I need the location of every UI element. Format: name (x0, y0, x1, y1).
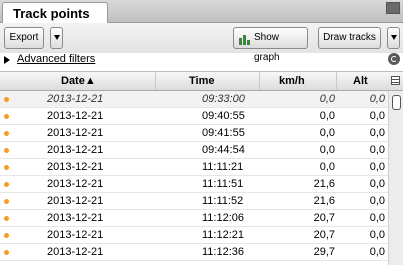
expand-triangle-icon[interactable] (4, 56, 10, 64)
cell-time: 09:44:54 (202, 144, 245, 156)
cell-time: 11:12:06 (202, 212, 245, 224)
cell-time: 11:11:51 (202, 178, 244, 190)
column-header-time[interactable]: Time (156, 72, 260, 90)
tab-title: Track points (13, 6, 90, 21)
alt-header-label: Alt (353, 75, 368, 87)
column-header-alt[interactable]: Alt (337, 72, 388, 90)
cell-time: 11:12:36 (202, 246, 245, 258)
draw-tracks-button[interactable]: Draw tracks (318, 27, 381, 49)
table-header: Date▲ Time km/h Alt (0, 71, 388, 91)
table-row[interactable]: 2013-12-21 11:12:06 20,7 0,0 (0, 210, 388, 227)
minimize-icon[interactable] (386, 2, 400, 14)
column-header-speed[interactable]: km/h (260, 72, 337, 90)
chevron-down-icon (53, 34, 60, 40)
cell-speed: 0,0 (319, 144, 335, 156)
export-label: Export (9, 32, 39, 43)
tab-track-points[interactable]: Track points (2, 2, 108, 23)
track-point-marker-icon (4, 182, 9, 187)
export-button[interactable]: Export (4, 27, 44, 49)
advanced-filters-link[interactable]: Advanced filters (17, 53, 95, 65)
track-point-marker-icon (4, 216, 9, 221)
track-point-marker-icon (4, 114, 9, 119)
refresh-icon[interactable] (388, 53, 400, 65)
cell-speed: 0,0 (319, 110, 335, 122)
track-point-marker-icon (4, 199, 9, 204)
toolbar: Export Show graph Draw tracks (0, 23, 403, 63)
cell-date: 2013-12-21 (47, 144, 104, 156)
columns-icon (391, 76, 400, 85)
cell-alt: 0,0 (369, 229, 385, 241)
table-body: 2013-12-21 09:33:00 0,0 0,0 2013-12-21 09:40:… (0, 91, 388, 265)
table-row[interactable]: 2013-12-21 09:41:55 0,0 0,0 (0, 125, 388, 142)
tab-bar: Track points (0, 0, 403, 23)
cell-speed: 29,7 (313, 246, 335, 258)
draw-tracks-dropdown-button[interactable] (387, 27, 400, 49)
cell-speed: 0,0 (319, 161, 335, 173)
cell-time: 11:11:52 (202, 195, 244, 207)
cell-alt: 0,0 (369, 110, 385, 122)
show-graph-button[interactable]: Show graph (233, 27, 308, 63)
cell-time: 11:12:21 (202, 229, 245, 241)
cell-time: 09:41:55 (202, 127, 245, 139)
draw-tracks-label: Draw tracks (323, 32, 376, 43)
table-row[interactable]: 2013-12-21 11:12:21 20,7 0,0 (0, 227, 388, 244)
table-row[interactable]: 2013-12-21 09:44:54 0,0 0,0 (0, 142, 388, 159)
bar-chart-icon (239, 33, 251, 45)
cell-date: 2013-12-21 (47, 110, 104, 122)
cell-date: 2013-12-21 (47, 246, 104, 258)
date-header-label: Date▲ (61, 75, 96, 87)
cell-alt: 0,0 (369, 178, 385, 190)
speed-header-label: km/h (279, 75, 305, 87)
table-row[interactable]: 2013-12-21 11:12:36 29,7 0,0 (0, 244, 388, 261)
track-point-marker-icon (4, 97, 9, 102)
column-header-date[interactable]: Date▲ (0, 72, 156, 90)
time-header-label: Time (189, 75, 215, 87)
cell-alt: 0,0 (369, 246, 385, 258)
cell-date: 2013-12-21 (47, 178, 104, 190)
cell-speed: 20,7 (313, 212, 335, 224)
cell-date: 2013-12-21 (47, 127, 104, 139)
scrollbar-thumb[interactable] (392, 95, 401, 110)
cell-alt: 0,0 (369, 161, 385, 173)
track-points-panel: Track points Export Show graph Draw trac… (0, 0, 403, 265)
export-dropdown-button[interactable] (50, 27, 63, 49)
cell-date: 2013-12-21 (47, 212, 104, 224)
cell-speed: 21,6 (313, 195, 335, 207)
table-row[interactable]: 2013-12-21 11:11:51 21,6 0,0 (0, 176, 388, 193)
cell-alt: 0,0 (369, 127, 385, 139)
track-point-marker-icon (4, 131, 9, 136)
table-row[interactable]: 2013-12-21 11:11:52 21,6 0,0 (0, 193, 388, 210)
table-row[interactable]: 2013-12-21 11:11:21 0,0 0,0 (0, 159, 388, 176)
cell-alt: 0,0 (369, 144, 385, 156)
column-chooser-button[interactable] (388, 71, 403, 91)
chevron-down-icon (390, 34, 397, 40)
cell-alt: 0,0 (369, 195, 385, 207)
cell-date: 2013-12-21 (47, 229, 104, 241)
cell-time: 09:40:55 (202, 110, 245, 122)
table-row[interactable]: 2013-12-21 09:33:00 0,0 0,0 (0, 91, 388, 108)
cell-date: 2013-12-21 (47, 195, 104, 207)
track-point-marker-icon (4, 165, 9, 170)
cell-alt: 0,0 (369, 212, 385, 224)
cell-alt: 0,0 (369, 93, 385, 105)
advanced-filters-row: Advanced filters (0, 53, 403, 70)
cell-speed: 20,7 (313, 229, 335, 241)
cell-date: 2013-12-21 (47, 161, 104, 173)
vertical-scrollbar[interactable] (388, 91, 403, 265)
track-point-marker-icon (4, 250, 9, 255)
table-row[interactable]: 2013-12-21 09:40:55 0,0 0,0 (0, 108, 388, 125)
cell-speed: 0,0 (319, 127, 335, 139)
cell-speed: 21,6 (313, 178, 335, 190)
cell-time: 11:11:21 (202, 161, 244, 173)
cell-date: 2013-12-21 (47, 93, 104, 105)
cell-speed: 0,0 (319, 93, 335, 105)
track-point-marker-icon (4, 148, 9, 153)
cell-time: 09:33:00 (202, 93, 245, 105)
track-point-marker-icon (4, 233, 9, 238)
